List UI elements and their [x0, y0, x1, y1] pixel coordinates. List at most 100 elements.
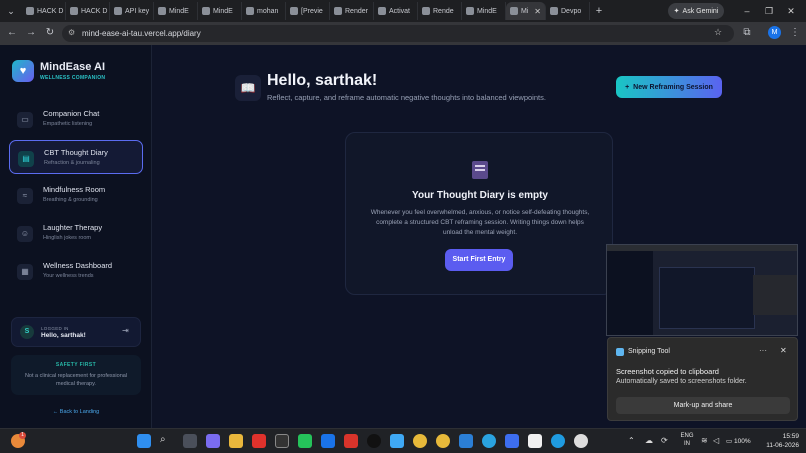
sync-icon[interactable]: ⟳	[661, 436, 668, 445]
site-info-icon[interactable]: ⚙	[68, 28, 75, 37]
sidebar-item-subtitle: Your wellness trends	[43, 273, 94, 279]
chat-icon: ▭	[17, 112, 33, 128]
browser-tab[interactable]: API key	[110, 2, 154, 20]
toast-more-options-icon[interactable]: ···	[759, 346, 767, 355]
browser-tab[interactable]: [Previe	[286, 2, 330, 20]
bookmark-star-icon[interactable]: ☆	[714, 27, 722, 38]
tab-label: API key	[125, 7, 150, 15]
youtube-icon[interactable]	[252, 434, 266, 448]
clock[interactable]: 15:59 11-06-2026	[763, 432, 799, 450]
tab-favicon-icon	[378, 7, 386, 15]
tab-label: MindE	[169, 7, 189, 15]
whatsapp-icon[interactable]	[298, 434, 312, 448]
battery-status[interactable]: ▭ 100%	[726, 437, 751, 445]
empty-state-title: Your Thought Diary is empty	[412, 190, 548, 201]
github-icon[interactable]	[574, 434, 588, 448]
gmail-icon[interactable]	[344, 434, 358, 448]
browser-tab[interactable]: Rende	[418, 2, 462, 20]
start-menu-icon[interactable]	[137, 434, 151, 448]
tab-close-icon[interactable]: ✕	[534, 7, 541, 16]
browser-menu-icon[interactable]: ⋮	[788, 26, 802, 40]
browser-tab[interactable]: MindE	[198, 2, 242, 20]
telegram-icon[interactable]	[482, 434, 496, 448]
toast-message: Automatically saved to screenshots folde…	[616, 378, 747, 385]
outlook-icon[interactable]	[321, 434, 335, 448]
back-to-landing-link[interactable]: ← Back to Landing	[0, 409, 152, 415]
sidebar-item-subtitle: Refraction & journaling	[44, 160, 100, 166]
vscode-icon[interactable]	[459, 434, 473, 448]
sidebar-item-mindfulness-room[interactable]: ≈ Mindfulness Room Breathing & grounding	[9, 178, 143, 212]
browser-tab[interactable]: Activat	[374, 2, 418, 20]
browser-tab[interactable]: mohan	[242, 2, 286, 20]
tab-favicon-icon	[202, 7, 210, 15]
logout-icon[interactable]: ⇥	[122, 326, 129, 335]
sidebar-item-subtitle: Empathetic listening	[43, 121, 93, 127]
markup-and-share-button[interactable]: Mark-up and share	[616, 397, 790, 414]
wind-icon: ≈	[17, 188, 33, 204]
chrome-profile-icon[interactable]	[436, 434, 450, 448]
tab-label: mohan	[257, 7, 279, 15]
reload-icon[interactable]: ↻	[43, 26, 57, 40]
start-first-entry-button[interactable]: Start First Entry	[445, 249, 513, 271]
profile-avatar[interactable]: M	[768, 26, 781, 39]
clock-time: 15:59	[782, 433, 799, 440]
tab-favicon-icon	[158, 7, 166, 15]
user-panel: S LOGGED IN Hello, sarthak! ⇥	[11, 317, 141, 347]
region-code: IN	[684, 441, 690, 447]
file-explorer-icon[interactable]	[229, 434, 243, 448]
tab-list: HACK D HACK D API key MindE MindE mohan [Previ…	[22, 0, 590, 22]
ask-gemini-button[interactable]: ✦ Ask Gemini	[668, 3, 724, 19]
close-window-button[interactable]: ✕	[782, 3, 800, 19]
copilot-icon[interactable]	[206, 434, 220, 448]
show-hidden-icons-chevron-icon[interactable]: ⌃	[628, 436, 635, 445]
browser-tab[interactable]: Devpo	[546, 2, 590, 20]
browser-tab[interactable]: HACK D	[22, 2, 66, 20]
app-icon-dark[interactable]	[367, 434, 381, 448]
address-bar[interactable]: ⚙ mind-ease-ai-tau.vercel.app/diary ☆	[62, 25, 734, 42]
tab-label: Rende	[433, 7, 454, 15]
app-icon-blue[interactable]	[390, 434, 404, 448]
tab-label: Mi	[521, 7, 529, 15]
book-icon: 📖	[235, 75, 261, 101]
maximize-button[interactable]: ❐	[760, 3, 778, 19]
app-icon[interactable]	[275, 434, 289, 448]
browser-tab[interactable]: MindE	[462, 2, 506, 20]
tab-favicon-icon	[26, 7, 34, 15]
volume-icon[interactable]: ◁	[713, 436, 719, 445]
smile-icon: ☺	[17, 226, 33, 242]
app-icon-white[interactable]	[528, 434, 542, 448]
extensions-icon[interactable]: ⧉	[740, 26, 754, 40]
language-indicator[interactable]: ENG IN	[679, 432, 695, 448]
gemini-icon: ✦	[673, 8, 680, 15]
new-tab-button[interactable]: +	[590, 5, 608, 17]
sidebar-item-companion-chat[interactable]: ▭ Companion Chat Empathetic listening	[9, 102, 143, 136]
new-reframing-session-button[interactable]: + New Reframing Session	[616, 76, 722, 98]
cloud-icon[interactable]: ☁	[645, 436, 653, 445]
tab-label: MindE	[213, 7, 233, 15]
minimize-button[interactable]: –	[738, 3, 756, 19]
edge-icon[interactable]	[551, 434, 565, 448]
sidebar-item-wellness-dashboard[interactable]: ▦ Wellness Dashboard Your wellness trends	[9, 254, 143, 288]
plus-icon: +	[625, 83, 630, 91]
sidebar-item-subtitle: Breathing & grounding	[43, 197, 98, 203]
sidebar-item-cbt-thought-diary[interactable]: ▤ CBT Thought Diary Refraction & journalin…	[9, 140, 143, 174]
sidebar-item-laughter-therapy[interactable]: ☺ Laughter Therapy Hinglish jokes room	[9, 216, 143, 250]
chrome-icon[interactable]	[413, 434, 427, 448]
browser-tab[interactable]: MindE	[154, 2, 198, 20]
browser-tab[interactable]: Render	[330, 2, 374, 20]
tab-search-icon[interactable]: ⌄	[0, 0, 22, 22]
back-icon[interactable]: ←	[5, 26, 19, 40]
notebook-icon	[472, 161, 488, 179]
toast-close-icon[interactable]: ✕	[780, 346, 787, 355]
book-icon: ▤	[18, 151, 34, 167]
task-view-icon[interactable]	[183, 434, 197, 448]
sidebar: ♥ MindEase AI WELLNESS COMPANION ▭ Compan…	[0, 45, 152, 428]
screenshot-thumbnail[interactable]	[606, 244, 798, 336]
forward-icon[interactable]: →	[24, 26, 38, 40]
tab-label: [Previe	[301, 7, 323, 15]
browser-tab[interactable]: HACK D	[66, 2, 110, 20]
browser-tab[interactable]: Mi ✕	[506, 2, 546, 20]
wifi-icon[interactable]: ≋	[701, 436, 708, 445]
search-icon[interactable]: ⌕	[160, 434, 174, 448]
app-icon-arrow[interactable]	[505, 434, 519, 448]
